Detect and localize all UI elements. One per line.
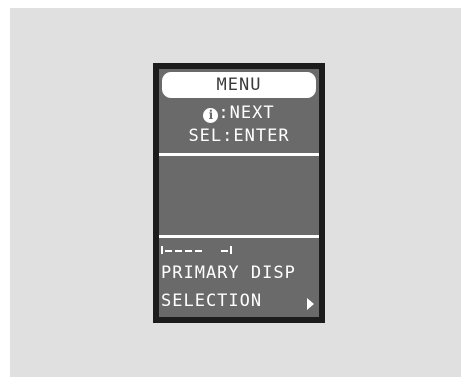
bottom-divider bbox=[159, 235, 319, 238]
indicator-dash bbox=[195, 250, 202, 252]
right-arrow-icon bbox=[307, 298, 314, 310]
select-instruction: SEL:ENTER bbox=[188, 126, 290, 146]
page: MENU i:NEXT SEL:ENTER PRIMARY DISP SELEC… bbox=[0, 0, 469, 385]
indicator-dash bbox=[221, 250, 228, 252]
next-instruction: i:NEXT bbox=[159, 103, 319, 123]
top-divider bbox=[159, 153, 319, 156]
menu-title: MENU bbox=[162, 72, 316, 98]
menu-item-line2: SELECTION bbox=[161, 291, 263, 311]
indicator-tick bbox=[161, 246, 163, 254]
indicator-dash bbox=[175, 250, 182, 252]
indicator-dash bbox=[185, 250, 192, 252]
menu-item-line1: PRIMARY DISP bbox=[161, 263, 296, 283]
device-display: MENU i:NEXT SEL:ENTER PRIMARY DISP SELEC… bbox=[153, 63, 325, 323]
lcd-screen: MENU i:NEXT SEL:ENTER PRIMARY DISP SELEC… bbox=[159, 69, 319, 317]
next-label: :NEXT bbox=[218, 103, 275, 123]
indicator-tick bbox=[230, 246, 232, 254]
info-icon: i bbox=[203, 108, 219, 123]
position-indicator bbox=[161, 246, 232, 254]
indicator-dash bbox=[165, 250, 172, 252]
